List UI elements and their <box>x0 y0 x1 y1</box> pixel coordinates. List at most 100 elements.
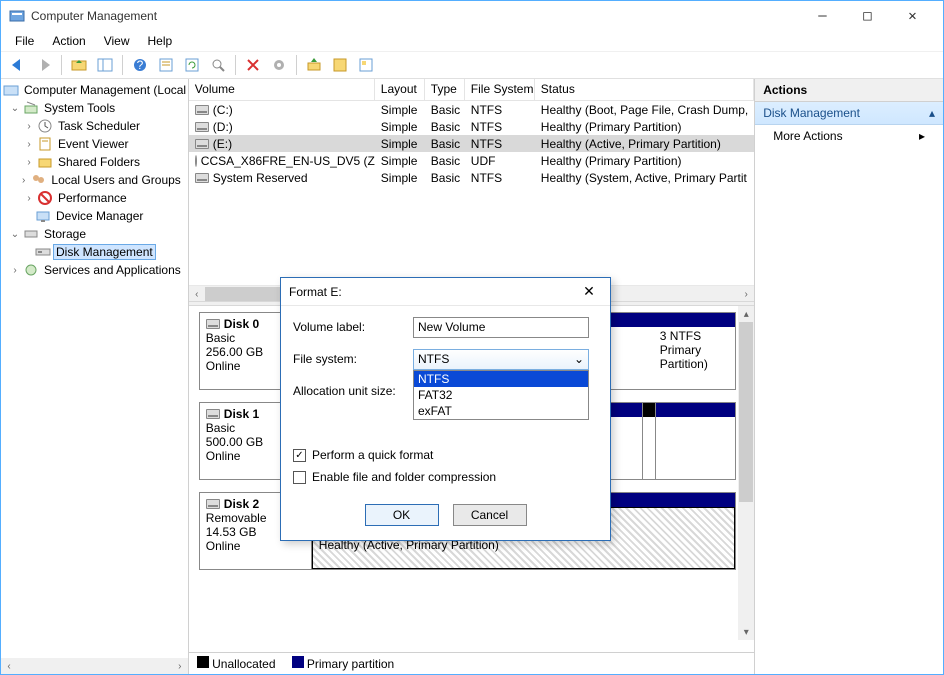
volume-row[interactable]: (D:)SimpleBasicNTFSHealthy (Primary Part… <box>189 118 754 135</box>
chevron-right-icon[interactable]: › <box>19 174 28 186</box>
legend-primary-label: Primary partition <box>307 657 394 671</box>
minimize-button[interactable]: — <box>800 2 845 30</box>
fs-option-exfat[interactable]: exFAT <box>414 403 588 419</box>
volume-layout: Simple <box>375 120 425 134</box>
tree-disk-management[interactable]: Disk Management <box>3 243 188 261</box>
chevron-right-icon[interactable]: › <box>23 192 35 204</box>
filesystem-label: File system: <box>293 352 413 366</box>
action1-icon[interactable] <box>303 54 325 76</box>
filesystem-select[interactable]: NTFS⌄ NTFS FAT32 exFAT <box>413 349 589 370</box>
menubar: File Action View Help <box>1 31 943 51</box>
forward-button[interactable] <box>33 54 55 76</box>
volume-name: (C:) <box>213 103 233 117</box>
dialog-close-button[interactable]: ✕ <box>576 281 602 303</box>
compression-checkbox[interactable]: Enable file and folder compression <box>293 470 598 484</box>
col-filesystem[interactable]: File System <box>465 79 535 100</box>
cancel-button[interactable]: Cancel <box>453 504 527 526</box>
app-icon <box>9 8 25 24</box>
chevron-right-icon[interactable]: › <box>23 120 35 132</box>
volume-type: Basic <box>425 120 465 134</box>
tree-local-users[interactable]: ›Local Users and Groups <box>3 171 188 189</box>
fs-option-fat32[interactable]: FAT32 <box>414 387 588 403</box>
action3-icon[interactable] <box>355 54 377 76</box>
chevron-right-icon[interactable]: › <box>23 138 35 150</box>
back-button[interactable] <box>7 54 29 76</box>
collapse-icon: ▴ <box>929 106 935 120</box>
chevron-right-icon[interactable]: › <box>23 156 35 168</box>
volume-row[interactable]: (C:)SimpleBasicNTFSHealthy (Boot, Page F… <box>189 101 754 118</box>
col-type[interactable]: Type <box>425 79 465 100</box>
menu-help[interactable]: Help <box>140 32 181 50</box>
tree-storage[interactable]: ⌄Storage <box>3 225 188 243</box>
tree-root[interactable]: Computer Management (Local <box>3 81 188 99</box>
ok-button[interactable]: OK <box>365 504 439 526</box>
volume-label-input[interactable] <box>413 317 589 338</box>
tree-task-scheduler[interactable]: ›Task Scheduler <box>3 117 188 135</box>
volume-label-label: Volume label: <box>293 320 413 334</box>
tree-horizontal-scrollbar[interactable]: ‹› <box>1 658 188 674</box>
volume-status: Healthy (System, Active, Primary Partit <box>535 171 754 185</box>
volume-row[interactable]: System ReservedSimpleBasicNTFSHealthy (S… <box>189 169 754 186</box>
allocation-label: Allocation unit size: <box>293 384 413 398</box>
volume-layout: Simple <box>375 103 425 117</box>
tree-shared-folders[interactable]: ›Shared Folders <box>3 153 188 171</box>
volume-status: Healthy (Primary Partition) <box>535 120 754 134</box>
col-volume[interactable]: Volume <box>189 79 375 100</box>
chevron-right-icon[interactable]: › <box>9 264 21 276</box>
navigation-tree: Computer Management (Local ⌄System Tools… <box>1 79 189 674</box>
menu-action[interactable]: Action <box>44 32 93 50</box>
action2-icon[interactable] <box>329 54 351 76</box>
toolbar-separator <box>122 55 123 75</box>
settings-icon[interactable] <box>268 54 290 76</box>
compression-label: Enable file and folder compression <box>312 470 496 484</box>
tree-device-manager[interactable]: Device Manager <box>3 207 188 225</box>
volume-type: Basic <box>425 154 465 168</box>
volume-type: Basic <box>425 171 465 185</box>
disk0-partition-visible[interactable]: 3 NTFS Primary Partition) <box>654 313 735 389</box>
svg-text:?: ? <box>137 58 144 72</box>
drive-icon <box>195 139 209 149</box>
action-more-actions[interactable]: More Actions ▸ <box>755 125 943 147</box>
refresh-icon[interactable] <box>181 54 203 76</box>
chevron-down-icon[interactable]: ⌄ <box>9 102 21 114</box>
tree-services[interactable]: ›Services and Applications <box>3 261 188 279</box>
help-icon[interactable]: ? <box>129 54 151 76</box>
search-icon[interactable] <box>207 54 229 76</box>
tree-performance[interactable]: ›Performance <box>3 189 188 207</box>
volume-type: Basic <box>425 137 465 151</box>
drive-icon <box>195 173 209 183</box>
quick-format-checkbox[interactable]: ✓ Perform a quick format <box>293 448 598 462</box>
volume-list: Volume Layout Type File System Status (C… <box>189 79 754 301</box>
volume-row[interactable]: CCSA_X86FRE_EN-US_DV5 (Z:)SimpleBasicUDF… <box>189 152 754 169</box>
volume-name: System Reserved <box>213 171 308 185</box>
disk-icon <box>206 409 220 419</box>
legend-primary-swatch <box>292 656 304 668</box>
tree-event-viewer[interactable]: ›Event Viewer <box>3 135 188 153</box>
window-title: Computer Management <box>31 9 800 23</box>
close-button[interactable]: ✕ <box>890 2 935 30</box>
toolbar: ? <box>1 51 943 79</box>
volume-name: (D:) <box>213 120 233 134</box>
show-hide-tree-icon[interactable] <box>94 54 116 76</box>
volume-fs: UDF <box>465 154 535 168</box>
disk-vertical-scrollbar[interactable]: ▴▾ <box>738 306 754 640</box>
tree-system-tools[interactable]: ⌄System Tools <box>3 99 188 117</box>
delete-icon[interactable] <box>242 54 264 76</box>
actions-group[interactable]: Disk Management ▴ <box>755 102 943 125</box>
disk-icon <box>206 319 220 329</box>
volume-list-body: (C:)SimpleBasicNTFSHealthy (Boot, Page F… <box>189 101 754 285</box>
filesystem-dropdown: NTFS FAT32 exFAT <box>413 370 589 420</box>
properties-icon[interactable] <box>155 54 177 76</box>
col-status[interactable]: Status <box>535 79 754 100</box>
volume-row[interactable]: (E:)SimpleBasicNTFSHealthy (Active, Prim… <box>189 135 754 152</box>
up-folder-icon[interactable] <box>68 54 90 76</box>
col-layout[interactable]: Layout <box>375 79 425 100</box>
fs-option-ntfs[interactable]: NTFS <box>414 371 588 387</box>
menu-view[interactable]: View <box>96 32 138 50</box>
menu-file[interactable]: File <box>7 32 42 50</box>
volume-list-header: Volume Layout Type File System Status <box>189 79 754 101</box>
disk1-partition-b[interactable] <box>655 403 735 479</box>
maximize-button[interactable]: □ <box>845 2 890 30</box>
legend-unallocated-label: Unallocated <box>212 657 275 671</box>
chevron-down-icon[interactable]: ⌄ <box>9 228 21 240</box>
